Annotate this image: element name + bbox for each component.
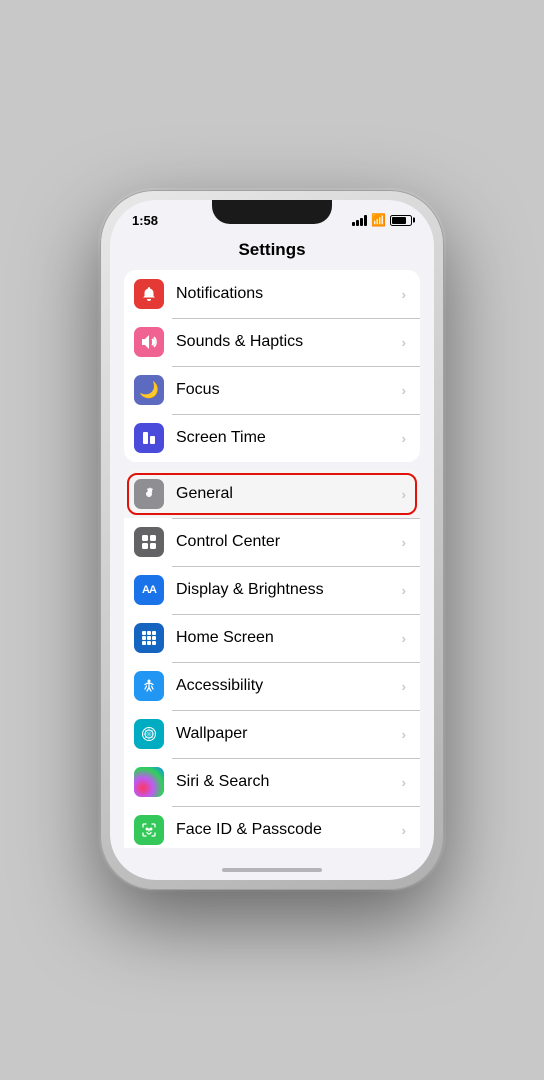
faceid-chevron: › (402, 823, 406, 838)
focus-chevron: › (402, 383, 406, 398)
settings-row-focus[interactable]: 🌙 Focus › (124, 366, 420, 414)
wallpaper-label: Wallpaper (176, 725, 402, 743)
control-center-label: Control Center (176, 533, 402, 551)
home-screen-icon (134, 623, 164, 653)
siri-label: Siri & Search (176, 773, 402, 791)
screen-time-chevron: › (402, 431, 406, 446)
siri-chevron: › (402, 775, 406, 790)
settings-row-control-center[interactable]: Control Center › (124, 518, 420, 566)
home-screen-label: Home Screen (176, 629, 402, 647)
settings-row-screen-time[interactable]: Screen Time › (124, 414, 420, 462)
settings-row-notifications[interactable]: Notifications › (124, 270, 420, 318)
settings-row-sounds[interactable]: Sounds & Haptics › (124, 318, 420, 366)
accessibility-label: Accessibility (176, 677, 402, 695)
sounds-label: Sounds & Haptics (176, 333, 402, 351)
sounds-icon (134, 327, 164, 357)
accessibility-icon (134, 671, 164, 701)
general-icon (134, 479, 164, 509)
status-time: 1:58 (132, 213, 158, 228)
general-chevron: › (402, 487, 406, 502)
focus-icon: 🌙 (134, 375, 164, 405)
wallpaper-icon (134, 719, 164, 749)
control-center-icon (134, 527, 164, 557)
screen-time-label: Screen Time (176, 429, 402, 447)
settings-group-2: General › Control Center › (124, 470, 420, 848)
wifi-icon: 📶 (371, 213, 386, 227)
focus-label: Focus (176, 381, 402, 399)
screen-time-icon (134, 423, 164, 453)
settings-row-general[interactable]: General › (124, 470, 420, 518)
notifications-chevron: › (402, 287, 406, 302)
notch (212, 200, 332, 224)
settings-row-accessibility[interactable]: Accessibility › (124, 662, 420, 710)
phone-screen: 1:58 📶 Settings (110, 200, 434, 880)
phone-frame: 1:58 📶 Settings (100, 190, 444, 890)
control-center-chevron: › (402, 535, 406, 550)
battery-status-icon (390, 215, 412, 226)
settings-group-1: Notifications › Sounds & Haptics › (124, 270, 420, 462)
display-label: Display & Brightness (176, 581, 402, 599)
settings-scroll[interactable]: Settings Notifications › (110, 236, 434, 848)
sounds-chevron: › (402, 335, 406, 350)
notifications-icon (134, 279, 164, 309)
signal-icon (352, 215, 367, 226)
settings-row-home-screen[interactable]: Home Screen › (124, 614, 420, 662)
wallpaper-chevron: › (402, 727, 406, 742)
siri-icon (134, 767, 164, 797)
display-chevron: › (402, 583, 406, 598)
accessibility-chevron: › (402, 679, 406, 694)
settings-row-siri[interactable]: Siri & Search › (124, 758, 420, 806)
settings-row-display[interactable]: AA Display & Brightness › (124, 566, 420, 614)
notifications-label: Notifications (176, 285, 402, 303)
home-indicator (222, 868, 322, 872)
display-icon: AA (134, 575, 164, 605)
settings-row-wallpaper[interactable]: Wallpaper › (124, 710, 420, 758)
faceid-icon (134, 815, 164, 845)
general-label: General (176, 485, 402, 503)
home-screen-chevron: › (402, 631, 406, 646)
page-title: Settings (110, 236, 434, 270)
settings-row-faceid[interactable]: Face ID & Passcode › (124, 806, 420, 848)
status-icons: 📶 (352, 213, 412, 227)
faceid-label: Face ID & Passcode (176, 821, 402, 839)
